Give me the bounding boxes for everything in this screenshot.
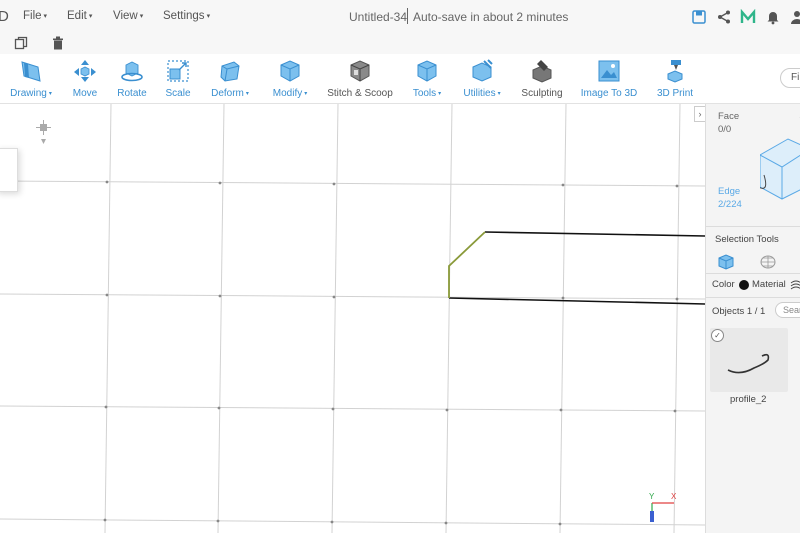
deform-icon [220, 61, 240, 82]
tool-drawing[interactable]: Drawing ▾ [8, 58, 54, 99]
menu-view[interactable]: View ▾ [113, 10, 143, 22]
tool-utilities[interactable]: Utilities ▾ [459, 58, 505, 99]
rotate-icon [121, 61, 143, 82]
user-icon[interactable] [789, 9, 800, 25]
color-label: Color [712, 279, 735, 290]
m-logo-icon[interactable] [740, 9, 756, 25]
edge-count: 2/224 [718, 199, 742, 210]
tool-rotate[interactable]: Rotate [114, 58, 150, 99]
secondary-bar [0, 34, 800, 54]
axis-x-label: X [671, 492, 677, 501]
menu-file[interactable]: File ▾ [23, 10, 47, 22]
tool-image-to-3d[interactable]: Image To 3D [578, 58, 640, 99]
share-icon[interactable] [716, 9, 732, 25]
stitch-scoop-icon [350, 60, 370, 82]
tool-deform[interactable]: Deform ▾ [207, 58, 253, 99]
view-cube[interactable] [760, 115, 800, 205]
grid-canvas[interactable] [0, 104, 705, 533]
3d-viewport[interactable] [0, 104, 705, 533]
autosave-status: Auto-save in about 2 minutes [413, 10, 569, 24]
title-separator [407, 8, 408, 24]
image-to-3d-icon [598, 60, 620, 82]
menu-settings[interactable]: Settings ▾ [163, 10, 210, 22]
panel-divider [705, 273, 800, 274]
trash-icon[interactable] [51, 36, 65, 50]
objects-count: Objects 1 / 1 [712, 306, 766, 317]
edge-label[interactable]: Edge [718, 186, 740, 197]
copy-icon[interactable] [14, 36, 28, 50]
floating-panel[interactable] [0, 148, 18, 192]
menu-bar: D File ▾ Edit ▾ View ▾ Settings ▾ Untitled-3… [0, 0, 800, 34]
grid-vertices [103, 180, 679, 526]
utilities-icon [472, 59, 493, 82]
tools-icon [417, 60, 437, 82]
select-mesh-icon[interactable] [759, 253, 777, 271]
axis-y-label: Y [649, 492, 655, 501]
save-icon[interactable] [691, 9, 707, 25]
find-button[interactable]: Fi [780, 68, 800, 88]
tool-stitch-scoop[interactable]: Stitch & Scoop [325, 58, 395, 99]
select-solid-icon[interactable] [717, 253, 735, 271]
material-icon[interactable] [790, 279, 800, 291]
tool-move[interactable]: Move [67, 58, 103, 99]
tool-sculpting[interactable]: Sculpting [518, 58, 566, 99]
tool-3d-print[interactable]: 3D Print [653, 58, 697, 99]
grid-lines [0, 104, 705, 533]
main-toolbar: Drawing ▾ Move Rotate Scale Deform ▾ Mod… [0, 54, 800, 104]
menu-edit[interactable]: Edit ▾ [67, 10, 92, 22]
tool-tools[interactable]: Tools ▾ [408, 58, 446, 99]
drawing-icon [21, 61, 41, 82]
bell-icon[interactable] [765, 9, 781, 25]
face-label: Face [718, 111, 740, 122]
object-name[interactable]: profile_2 [730, 394, 766, 405]
scale-icon [167, 60, 189, 82]
material-label[interactable]: Material [752, 279, 786, 290]
document-title[interactable]: Untitled-34 [349, 10, 407, 24]
tool-scale[interactable]: Scale [162, 58, 194, 99]
sculpting-icon [532, 60, 552, 83]
objects-search-input[interactable]: Sear [775, 302, 800, 318]
move-icon [74, 60, 96, 82]
face-count: 0/0 [718, 124, 732, 135]
modify-icon [280, 60, 300, 82]
color-swatch[interactable] [739, 280, 749, 290]
profile-shape [448, 231, 705, 305]
panel-divider [705, 297, 800, 298]
view-handle-icon [36, 120, 51, 144]
3d-print-icon [667, 60, 683, 83]
tool-modify[interactable]: Modify ▾ [268, 58, 312, 99]
panel-divider [705, 226, 800, 227]
axis-gizmo: Y X [649, 492, 677, 522]
app-logo: D [0, 8, 9, 25]
object-select-checkbox[interactable]: ✓ [711, 329, 724, 342]
selection-tools-title: Selection Tools [715, 234, 779, 245]
